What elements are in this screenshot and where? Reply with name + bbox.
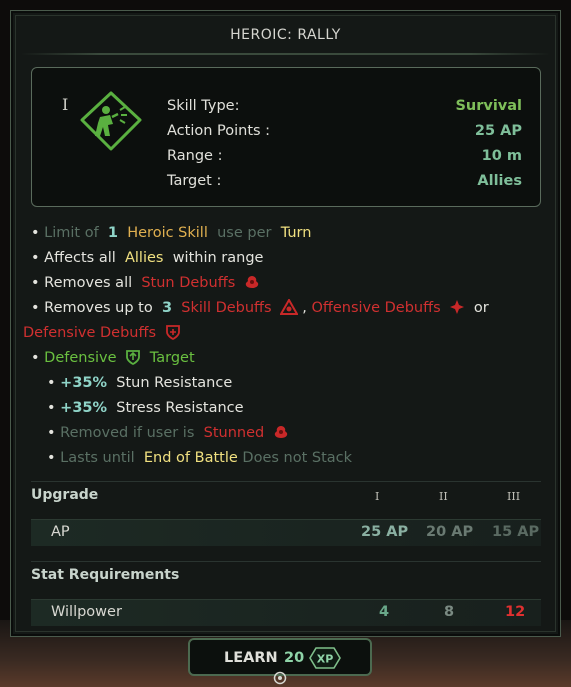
section-divider xyxy=(31,481,541,482)
skill-title: HEROIC: RALLY xyxy=(230,27,341,43)
upgrade-ap-row: AP 25 AP 20 AP 15 AP xyxy=(31,519,541,546)
effect-text: Stress Resistance xyxy=(116,400,244,416)
stunned-keyword: Stunned xyxy=(203,425,265,441)
effect-line: • +35% Stun Resistance xyxy=(47,375,233,391)
effect-line: • Affects all Allies within range xyxy=(31,250,264,266)
effect-number: 1 xyxy=(107,225,119,241)
stun-debuff-icon xyxy=(245,276,259,288)
effect-line: Defensive Debuffs xyxy=(23,321,551,346)
target-value: Allies xyxy=(477,173,522,189)
end-of-battle-keyword: End of Battle xyxy=(143,450,238,466)
upgrade-ap-tier-1: 25 AP xyxy=(361,524,409,540)
effect-text: within range xyxy=(172,250,264,266)
upgrade-ap-label: AP xyxy=(51,524,70,540)
upgrade-ap-tier-2: 20 AP xyxy=(426,524,474,540)
effect-text: Affects all xyxy=(44,250,116,266)
effect-text: or xyxy=(473,300,489,316)
learn-label: LEARN xyxy=(224,650,278,666)
willpower-tier-1: 4 xyxy=(379,604,390,620)
effect-number: +35% xyxy=(60,400,108,416)
range-value: 10 m xyxy=(481,148,522,164)
defensive-keyword: Defensive xyxy=(44,350,117,366)
tier-3-label: III xyxy=(507,490,521,503)
stun-debuffs-keyword: Stun Debuffs xyxy=(141,275,236,291)
xp-badge-icon: XP xyxy=(309,647,341,669)
effect-text: use per xyxy=(217,225,272,241)
tier-mark: I xyxy=(62,95,69,114)
effect-number: 3 xyxy=(161,300,173,316)
defensive-debuffs-keyword: Defensive Debuffs xyxy=(23,325,157,341)
xp-currency-label: XP xyxy=(317,653,334,666)
offensive-debuff-icon xyxy=(450,300,465,314)
effect-line: • Limit of 1 Heroic Skill use per Turn xyxy=(31,225,312,241)
effect-text: Removes all xyxy=(44,275,133,291)
section-divider xyxy=(31,561,541,562)
upgrade-ap-tier-3: 15 AP xyxy=(492,524,540,540)
effect-text: Removes up to xyxy=(44,300,153,316)
range-label: Range : xyxy=(167,148,223,164)
effect-line: • Defensive Target xyxy=(31,350,195,366)
target-label: Target : xyxy=(167,173,222,189)
title-divider xyxy=(21,53,550,55)
effect-text: Limit of xyxy=(44,225,99,241)
offensive-debuffs-keyword: Offensive Debuffs xyxy=(311,300,441,316)
learn-cost: 20 xyxy=(284,650,305,666)
upgrade-header: Upgrade xyxy=(31,487,99,503)
effect-line: • Lasts until End of Battle Does not Sta… xyxy=(47,450,353,466)
effect-text: Does not Stack xyxy=(242,450,353,466)
target-ring-icon xyxy=(273,671,287,685)
willpower-label: Willpower xyxy=(51,604,122,620)
action-points-value: 25 AP xyxy=(474,123,522,139)
stun-debuff-icon xyxy=(274,426,288,438)
skill-debuffs-keyword: Skill Debuffs xyxy=(181,300,272,316)
turn-keyword: Turn xyxy=(280,225,312,241)
skill-tooltip-panel: HEROIC: RALLY I Skill Type: Survival Act… xyxy=(10,10,561,637)
effect-line: • Removes all Stun Debuffs xyxy=(31,271,551,296)
heroic-skill-keyword: Heroic Skill xyxy=(127,225,208,241)
effect-line: • +35% Stress Resistance xyxy=(47,400,244,416)
action-points-label: Action Points : xyxy=(167,123,271,139)
effect-text: Lasts until xyxy=(60,450,135,466)
effect-number: +35% xyxy=(60,375,108,391)
effect-line: • Removed if user is Stunned xyxy=(31,421,551,446)
willpower-tier-3: 12 xyxy=(505,604,526,620)
tier-2-label: II xyxy=(439,490,448,503)
effects-list: • Limit of 1 Heroic Skill use per Turn •… xyxy=(23,221,551,471)
willpower-tier-2: 8 xyxy=(444,604,455,620)
willpower-row: Willpower 4 8 12 xyxy=(31,599,541,626)
effect-text: Removed if user is xyxy=(60,425,195,441)
skill-info-box: I Skill Type: Survival Action Points : 2… xyxy=(31,67,541,207)
effect-line: • Removes up to 3 Skill Debuffs , Offens… xyxy=(31,299,489,316)
defensive-buff-icon xyxy=(126,350,141,365)
allies-keyword: Allies xyxy=(124,250,164,266)
rally-skill-icon xyxy=(80,91,142,151)
defensive-debuff-icon xyxy=(165,325,180,340)
target-keyword: Target xyxy=(149,350,195,366)
tier-1-label: I xyxy=(375,490,380,503)
effect-text: Stun Resistance xyxy=(116,375,233,391)
skill-debuff-icon xyxy=(280,299,299,315)
skill-type-value: Survival xyxy=(455,98,522,114)
stat-requirements-header: Stat Requirements xyxy=(31,567,180,583)
skill-type-label: Skill Type: xyxy=(167,98,240,114)
effect-separator: , xyxy=(302,300,307,316)
